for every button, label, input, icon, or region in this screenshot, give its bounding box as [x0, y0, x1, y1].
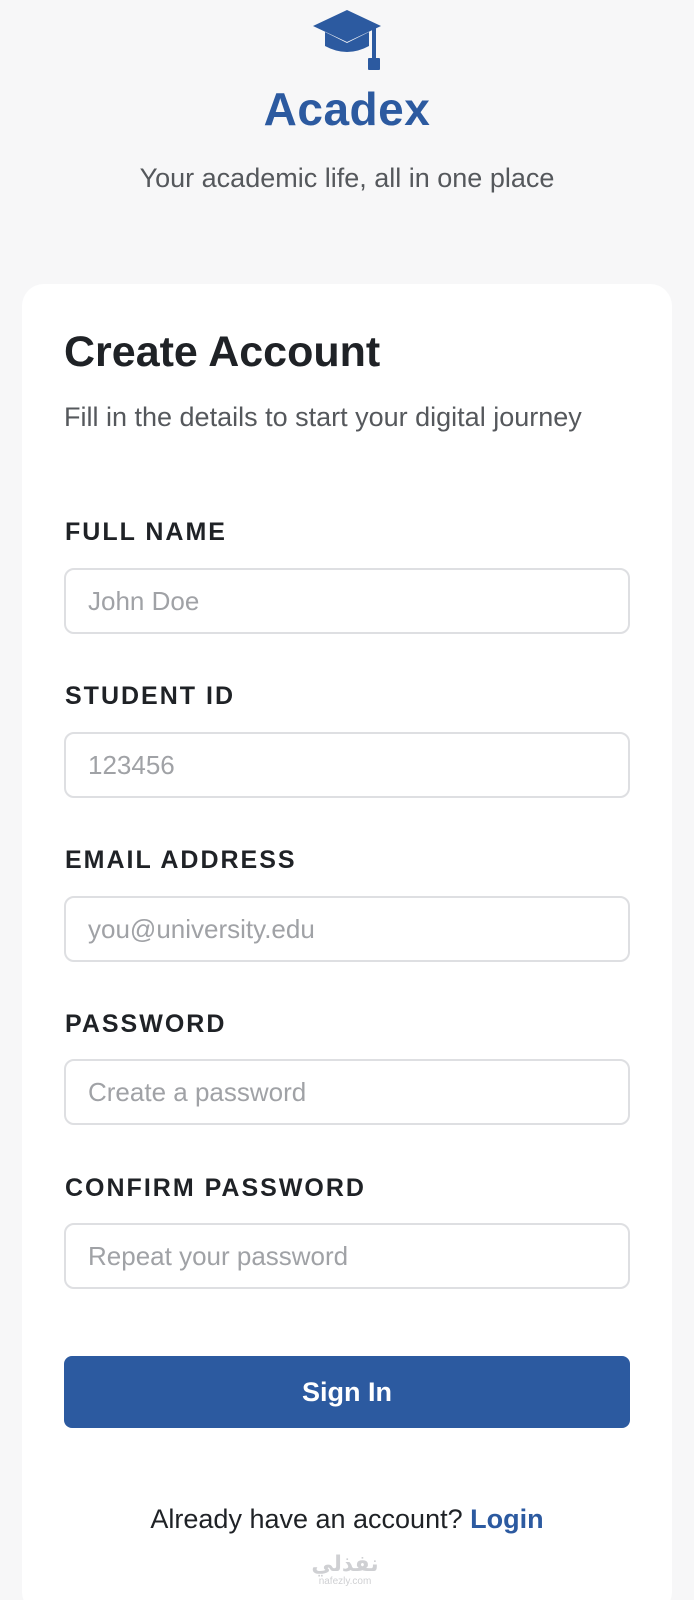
confirm-password-input[interactable] — [64, 1223, 630, 1289]
password-input[interactable] — [64, 1059, 630, 1125]
password-label: PASSWORD — [65, 1010, 227, 1038]
watermark: نفذلي nafezly.com — [290, 1552, 400, 1588]
email-label: EMAIL ADDRESS — [65, 846, 297, 874]
signup-card: Create Account Fill in the details to st… — [22, 284, 672, 1600]
watermark-latin: nafezly.com — [318, 1576, 372, 1587]
graduation-cap-icon — [313, 10, 381, 70]
login-prompt-text: Already have an account? — [150, 1504, 463, 1534]
full-name-input[interactable] — [64, 568, 630, 634]
form-title: Create Account — [64, 328, 381, 376]
full-name-label: FULL NAME — [65, 518, 227, 546]
login-link[interactable]: Login — [470, 1504, 543, 1534]
app-tagline: Your academic life, all in one place — [139, 163, 555, 193]
login-prompt: Already have an account? Login — [22, 1504, 672, 1535]
confirm-password-label: CONFIRM PASSWORD — [65, 1174, 366, 1202]
form-subtitle: Fill in the details to start your digita… — [64, 402, 582, 432]
email-input[interactable] — [64, 896, 630, 962]
sign-in-button[interactable]: Sign In — [64, 1356, 630, 1428]
student-id-input[interactable] — [64, 732, 630, 798]
watermark-arabic: نفذلي — [311, 1551, 379, 1576]
signup-page: Acadex Your academic life, all in one pl… — [0, 0, 694, 1600]
app-name: Acadex — [263, 83, 431, 135]
student-id-label: STUDENT ID — [65, 682, 235, 710]
